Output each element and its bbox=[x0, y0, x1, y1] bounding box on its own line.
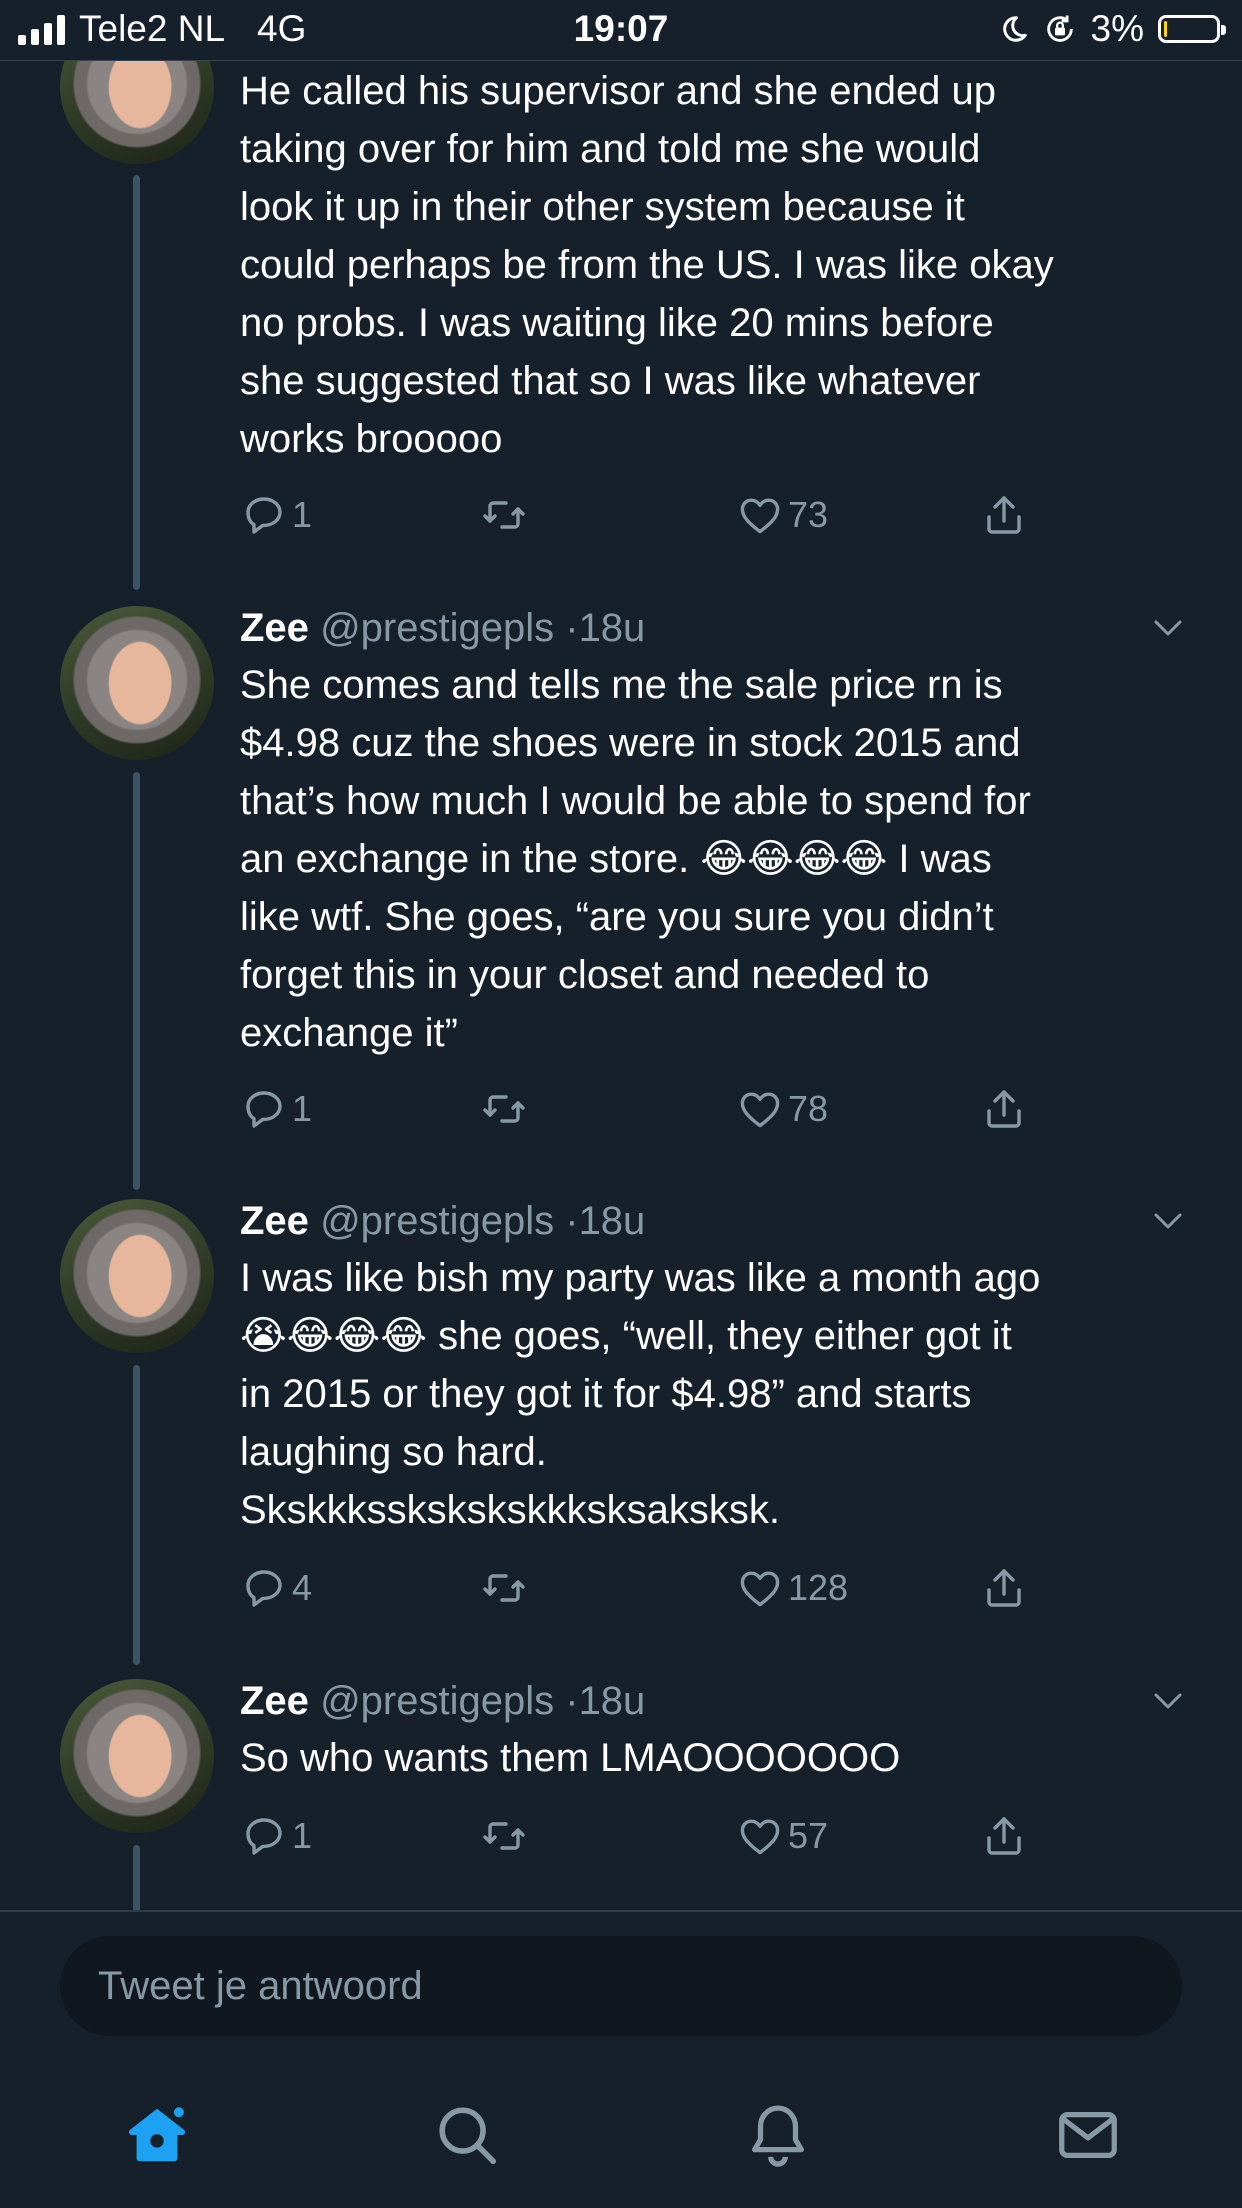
reply-icon bbox=[246, 1570, 282, 1607]
share-button[interactable] bbox=[980, 1084, 1028, 1134]
tab-bar bbox=[0, 2080, 1242, 2208]
tweet-time: 18u bbox=[578, 606, 646, 650]
share-icon bbox=[987, 1817, 1021, 1855]
author-handle[interactable]: @prestigepls bbox=[320, 1679, 554, 1723]
retweet-button[interactable] bbox=[480, 490, 528, 540]
like-button[interactable]: 128 bbox=[736, 1563, 848, 1613]
reply-button[interactable]: 1 bbox=[240, 1811, 312, 1861]
tab-search[interactable] bbox=[432, 2100, 502, 2170]
tweet-header: Zee @prestigepls ·18u bbox=[240, 600, 645, 656]
tweet-actions: 1 78 bbox=[240, 1084, 1060, 1134]
reply-divider bbox=[0, 1910, 1242, 1912]
like-count: 128 bbox=[788, 1567, 849, 1608]
home-icon bbox=[129, 2104, 187, 2162]
avatar[interactable] bbox=[60, 1199, 214, 1353]
author-name[interactable]: Zee bbox=[240, 1199, 309, 1243]
author-handle[interactable]: @prestigepls bbox=[320, 1199, 554, 1243]
retweet-button[interactable] bbox=[480, 1084, 528, 1134]
tweet-actions: 1 73 bbox=[240, 490, 1060, 540]
retweet-button[interactable] bbox=[480, 1563, 528, 1613]
author-name[interactable]: Zee bbox=[240, 606, 309, 650]
reply-count: 4 bbox=[292, 1567, 313, 1608]
chevron-down-icon[interactable] bbox=[1150, 1203, 1186, 1239]
tweet-thread: He called his supervisor and she ended u… bbox=[0, 0, 1242, 1910]
tweet-header: Zee @prestigepls ·18u bbox=[240, 1193, 645, 1249]
heart-icon bbox=[740, 1092, 780, 1128]
battery-percent: 3% bbox=[1090, 8, 1144, 49]
thread-line bbox=[133, 1845, 140, 1910]
notifications-icon bbox=[752, 2105, 804, 2167]
avatar[interactable] bbox=[60, 606, 214, 760]
chevron-down-icon[interactable] bbox=[1150, 1683, 1186, 1719]
tab-notifications[interactable] bbox=[743, 2100, 813, 2170]
reply-icon bbox=[246, 1091, 282, 1128]
reply-button[interactable]: 1 bbox=[240, 1084, 312, 1134]
tab-messages[interactable] bbox=[1053, 2100, 1123, 2170]
share-icon bbox=[987, 496, 1021, 534]
thread-line bbox=[133, 1365, 140, 1665]
tweet-header: Zee @prestigepls ·18u bbox=[240, 1673, 645, 1729]
thread-line bbox=[133, 772, 140, 1190]
share-button[interactable] bbox=[980, 490, 1028, 540]
status-divider bbox=[0, 60, 1242, 61]
moon-icon bbox=[1002, 16, 1027, 42]
like-button[interactable]: 78 bbox=[736, 1084, 828, 1134]
tweet-text: She comes and tells me the sale price rn… bbox=[240, 663, 1031, 1055]
tweet-text: I was like bish my party was like a mont… bbox=[240, 1256, 1041, 1532]
separator-dot: · bbox=[565, 1679, 579, 1723]
reply-button[interactable]: 4 bbox=[240, 1563, 312, 1613]
status-bar: Tele2 NL 4G 19:07 3% bbox=[0, 0, 1242, 60]
retweet-button[interactable] bbox=[480, 1811, 528, 1861]
tweet-time: 18u bbox=[578, 1199, 646, 1243]
battery-icon bbox=[1158, 15, 1226, 43]
heart-icon bbox=[740, 498, 780, 534]
separator-dot: · bbox=[565, 1199, 579, 1243]
chevron-down-icon[interactable] bbox=[1150, 610, 1186, 646]
rotation-lock-icon bbox=[1046, 15, 1073, 42]
share-button[interactable] bbox=[980, 1811, 1028, 1861]
tweet-text: He called his supervisor and she ended u… bbox=[240, 69, 1054, 461]
like-count: 73 bbox=[788, 494, 829, 535]
tweet-actions: 4 128 bbox=[240, 1563, 1060, 1613]
tab-home[interactable] bbox=[122, 2100, 192, 2170]
reply-icon bbox=[246, 497, 282, 534]
share-button[interactable] bbox=[980, 1563, 1028, 1613]
retweet-icon bbox=[483, 1822, 525, 1850]
like-count: 78 bbox=[788, 1088, 829, 1129]
tweet-text: So who wants them LMAOOOOOOO bbox=[240, 1736, 901, 1780]
thread-line bbox=[133, 175, 140, 590]
tweet-actions: 1 57 bbox=[240, 1811, 1060, 1861]
reply-count: 1 bbox=[292, 1815, 313, 1856]
battery-fill bbox=[1164, 21, 1167, 37]
heart-icon bbox=[740, 1819, 780, 1855]
reply-count: 1 bbox=[292, 494, 313, 535]
retweet-icon bbox=[483, 501, 525, 529]
share-icon bbox=[987, 1090, 1021, 1128]
reply-button[interactable]: 1 bbox=[240, 490, 312, 540]
avatar[interactable] bbox=[60, 1679, 214, 1833]
like-button[interactable]: 57 bbox=[736, 1811, 828, 1861]
retweet-icon bbox=[483, 1095, 525, 1123]
messages-icon bbox=[1059, 2111, 1117, 2159]
status-right: 3% bbox=[999, 8, 1226, 50]
retweet-icon bbox=[483, 1574, 525, 1602]
reply-count: 1 bbox=[292, 1088, 313, 1129]
reply-input[interactable]: Tweet je antwoord bbox=[60, 1936, 1182, 2036]
author-handle[interactable]: @prestigepls bbox=[320, 606, 554, 650]
share-icon bbox=[987, 1569, 1021, 1607]
search-icon bbox=[439, 2107, 497, 2165]
tweet-time: 18u bbox=[578, 1679, 646, 1723]
like-button[interactable]: 73 bbox=[736, 490, 828, 540]
separator-dot: · bbox=[565, 606, 579, 650]
heart-icon bbox=[740, 1571, 780, 1607]
reply-icon bbox=[246, 1818, 282, 1855]
author-name[interactable]: Zee bbox=[240, 1679, 309, 1723]
like-count: 57 bbox=[788, 1815, 829, 1856]
